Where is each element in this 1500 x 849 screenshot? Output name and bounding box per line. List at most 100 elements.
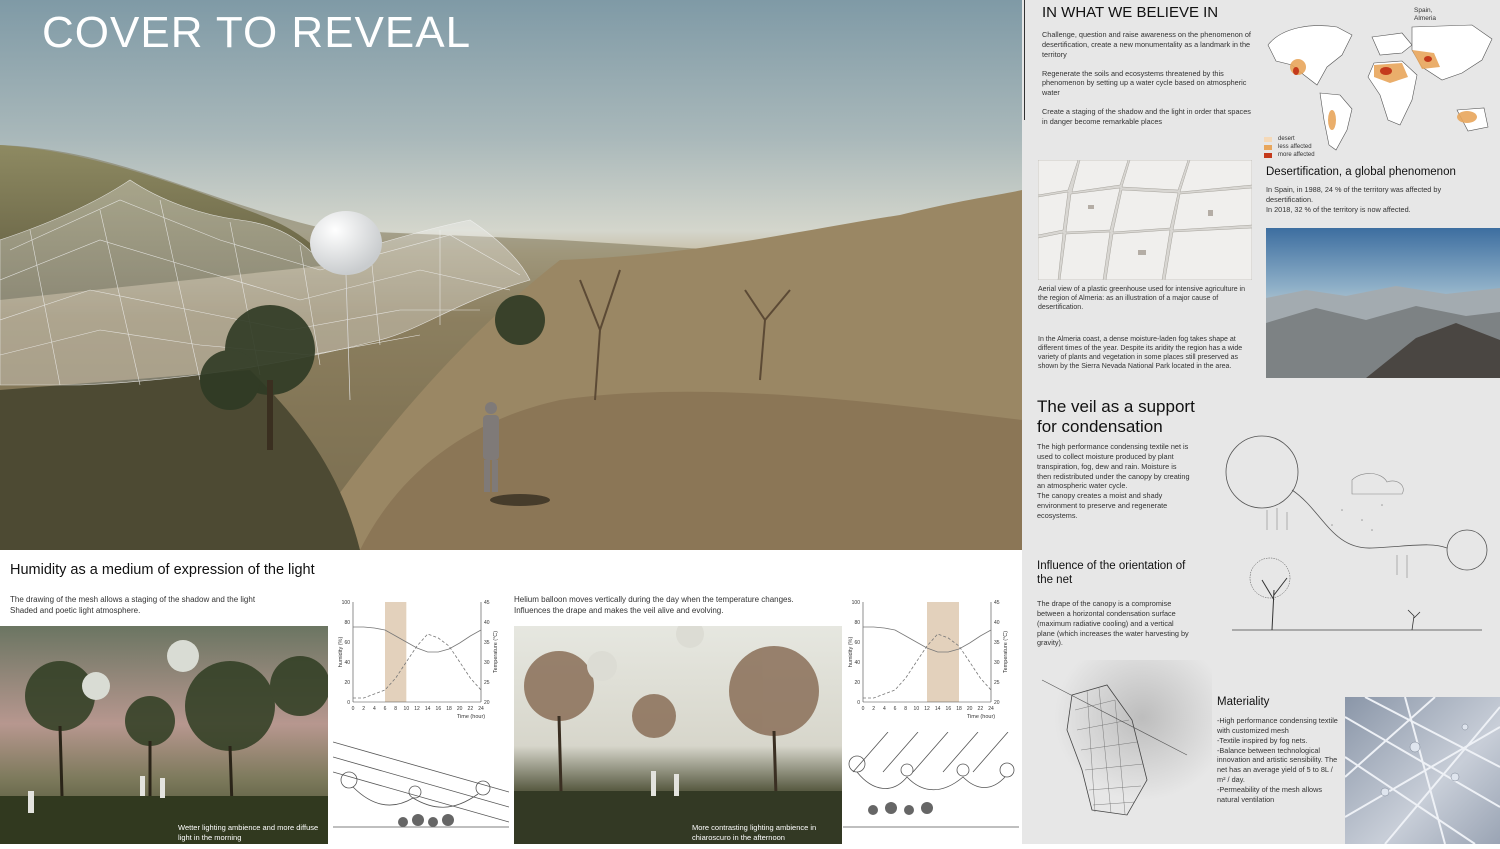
- materiality-item-4: -Permeability of the mesh allows natural…: [1217, 784, 1323, 804]
- materiality-item-2: -Textile inspired by fog nets.: [1217, 735, 1308, 745]
- legend-swatch-more: [1264, 153, 1272, 158]
- chart-x-tick-label: 8: [394, 706, 397, 712]
- chart-y-tick-label: 80: [344, 620, 350, 626]
- mesh-drape-illustration: [1037, 660, 1212, 825]
- veil-text: The high performance condensing textile …: [1037, 442, 1192, 521]
- humidity-right-line2: Influences the drape and makes the veil …: [514, 605, 724, 615]
- chart-x-tick-label: 16: [436, 706, 442, 712]
- hero-landscape-illustration: [0, 145, 1022, 550]
- chart-x-tick-label: 12: [924, 706, 930, 712]
- textile-macro-photo: [1345, 697, 1500, 844]
- chart-y-tick-label: 60: [854, 640, 860, 646]
- section-morning-diagram: [332, 732, 510, 844]
- veil-title-line2: for condensation: [1037, 416, 1163, 436]
- chart-y-tick-label: 20: [854, 680, 860, 686]
- legend-swatch-less: [1264, 145, 1272, 150]
- chart-y-label: humidity (%): [338, 637, 344, 668]
- chart-y-tick-label: 0: [857, 700, 860, 706]
- legend-less-affected: less affected: [1278, 144, 1312, 150]
- humidity-left-text: The drawing of the mesh allows a staging…: [10, 595, 330, 617]
- divider-line: [1024, 0, 1025, 120]
- chart-y-tick-label: 100: [342, 600, 351, 606]
- aerial-caption: Aerial view of a plastic greenhouse used…: [1038, 286, 1246, 312]
- veil-p2: The canopy creates a moist and shady env…: [1037, 491, 1168, 520]
- chart-x-tick-label: 2: [362, 706, 365, 712]
- hero-title: COVER TO REVEAL: [42, 8, 472, 57]
- humidity-title: Humidity as a medium of expression of th…: [10, 562, 315, 578]
- fog-text: In the Almeria coast, a dense moisture-l…: [1038, 336, 1243, 371]
- chart-y-tick-label: 20: [344, 680, 350, 686]
- morning-caption: Wetter lighting ambience and more diffus…: [178, 823, 319, 842]
- veil-title-line1: The veil as a support: [1037, 397, 1195, 416]
- chart-y2-label: Temperature (°C): [1003, 631, 1009, 673]
- legend-more-affected: more affected: [1278, 152, 1315, 158]
- section-afternoon-diagram: [843, 731, 1019, 844]
- chart-x-tick-label: 14: [935, 706, 941, 712]
- chart-x-tick-label: 18: [446, 706, 452, 712]
- orientation-text: The drape of the canopy is a compromise …: [1037, 599, 1189, 648]
- mesh-drape-drawing: [1037, 660, 1212, 825]
- legend-desert: desert: [1278, 136, 1295, 142]
- chart-y-label: humidity (%): [848, 637, 854, 668]
- humidity-left-line2: Shaded and poetic light atmosphere.: [10, 605, 141, 615]
- world-map: Spain, Almeria desert less affected more…: [1262, 5, 1498, 163]
- chart-afternoon-svg: 0 2 4 6 8 10 12 14 16 18 20 22 240204060801002025303…: [848, 600, 1009, 720]
- global-p1: In Spain, in 1988, 24 % of the territory…: [1266, 185, 1442, 204]
- beliefs-p2: Regenerate the soils and ecosystems thre…: [1042, 68, 1247, 98]
- orientation-title: Influence of the orientation of the net: [1037, 560, 1185, 588]
- chart-x-tick-label: 4: [883, 706, 886, 712]
- chart-x-tick-label: 0: [352, 706, 355, 712]
- chart-morning-svg: 0 2 4 6 8 10 12 14 16 18 20 22 240204060801002025303…: [338, 600, 499, 720]
- chart-temperature-line: [353, 633, 482, 699]
- chart-x-label: Time (hour): [457, 714, 485, 720]
- veil-p1: The high performance condensing textile …: [1037, 442, 1190, 491]
- chart-x-tick-label: 20: [457, 706, 463, 712]
- materiality-item-3: -Balance between technological innovatio…: [1217, 745, 1338, 785]
- chart-y2-tick-label: 35: [994, 640, 1000, 646]
- chart-y-tick-label: 100: [852, 600, 861, 606]
- chart-y-tick-label: 0: [347, 700, 350, 706]
- chart-x-tick-label: 10: [914, 706, 920, 712]
- chart-y2-tick-label: 25: [484, 680, 490, 686]
- chart-y2-tick-label: 35: [484, 640, 490, 646]
- aerial-greenhouse-photo: [1038, 160, 1252, 280]
- chart-x-tick-label: 24: [478, 706, 484, 712]
- global-text: In Spain, in 1988, 24 % of the territory…: [1266, 185, 1456, 215]
- chart-y2-tick-label: 40: [484, 620, 490, 626]
- materiality-title: Materiality: [1217, 696, 1270, 708]
- chart-y-tick-label: 40: [854, 660, 860, 666]
- global-title: Desertification, a global phenomenon: [1266, 166, 1456, 178]
- chart-morning: 0 2 4 6 8 10 12 14 16 18 20 22 24 0 20 40 60 80 100 20 25 30 3…: [335, 594, 505, 729]
- chart-humidity-line: [353, 626, 482, 653]
- chart-x-tick-label: 10: [404, 706, 410, 712]
- orientation-title-line2: the net: [1037, 573, 1073, 586]
- chart-x-tick-label: 20: [967, 706, 973, 712]
- humidity-right-text: Helium balloon moves vertically during t…: [514, 595, 844, 617]
- beliefs-text: Challenge, question and raise awareness …: [1042, 30, 1252, 127]
- chart-y2-tick-label: 25: [994, 680, 1000, 686]
- water-cycle-diagram: [1222, 430, 1492, 640]
- afternoon-render: More contrasting lighting ambience in ch…: [514, 626, 842, 844]
- afternoon-caption: More contrasting lighting ambience in ch…: [692, 823, 817, 842]
- map-location-label: Spain, Almeria: [1414, 7, 1437, 23]
- chart-y2-label: Temperature (°C): [493, 631, 499, 673]
- morning-render: Wetter lighting ambience and more diffus…: [0, 626, 328, 844]
- humidity-right-line1: Helium balloon moves vertically during t…: [514, 595, 794, 604]
- chart-y2-tick-label: 20: [994, 700, 1000, 706]
- chart-y-tick-label: 80: [854, 620, 860, 626]
- materiality-item-1: -High performance condensing textile wit…: [1217, 716, 1338, 735]
- beliefs-p1: Challenge, question and raise awareness …: [1042, 30, 1251, 59]
- water-cycle-illustration: [1225, 435, 1488, 631]
- chart-x-tick-label: 22: [978, 706, 984, 712]
- materiality-list: -High performance condensing textile wit…: [1217, 716, 1339, 805]
- chart-y2-tick-label: 20: [484, 700, 490, 706]
- chart-y2-tick-label: 45: [484, 600, 490, 606]
- chart-x-tick-label: 16: [946, 706, 952, 712]
- chart-x-label: Time (hour): [967, 714, 995, 720]
- chart-y2-tick-label: 40: [994, 620, 1000, 626]
- chart-x-tick-label: 6: [894, 706, 897, 712]
- chart-x-tick-label: 22: [468, 706, 474, 712]
- orientation-title-line1: Influence of the orientation of: [1037, 560, 1186, 572]
- chart-x-tick-label: 6: [384, 706, 387, 712]
- humidity-left-line1: The drawing of the mesh allows a staging…: [10, 595, 256, 604]
